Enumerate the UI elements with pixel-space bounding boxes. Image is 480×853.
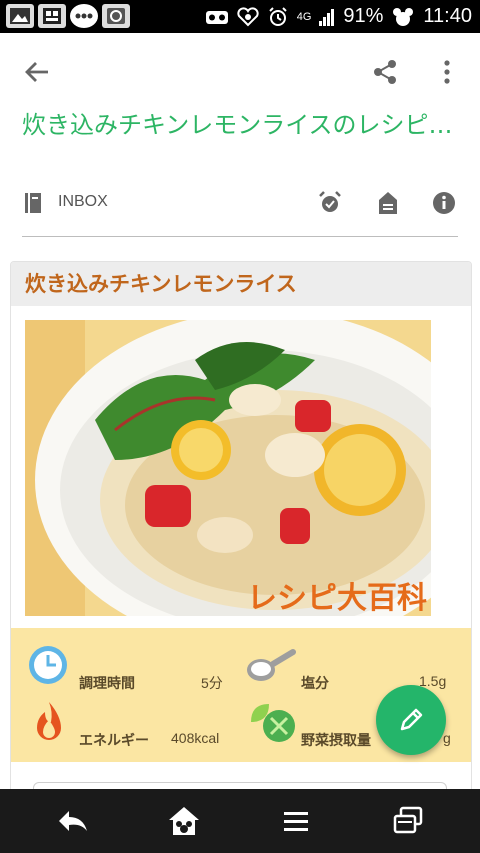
heart-status-icon (237, 6, 259, 26)
recipe-photo: レシピ大百科 (25, 320, 431, 616)
more-vert-icon (444, 60, 450, 84)
status-bar: 4G 91% 11:40 (0, 0, 480, 33)
nav-menu-icon (284, 812, 308, 831)
system-status: 4G 91% 11:40 (205, 0, 472, 33)
pencil-icon (400, 708, 423, 731)
folder-label: INBOX (58, 193, 108, 210)
salt-spoon-icon (247, 649, 296, 681)
gallery-notification-icon (6, 4, 34, 28)
nav-recent-icon (393, 806, 423, 834)
nav-back-button[interactable] (52, 803, 92, 839)
clock-icon (29, 646, 67, 684)
energy-value: 408kcal (171, 730, 220, 746)
recipe-card-header: 炊き込みチキンレモンライス (11, 262, 471, 306)
nav-home-icon (169, 807, 199, 835)
notification-icons (6, 4, 130, 28)
app-bar: 炊き込みチキンレモンライスのレシピ… INBOX (0, 33, 480, 233)
navigation-bar (0, 789, 480, 853)
signal-icon (319, 8, 335, 26)
vegetable-value: g (443, 730, 451, 746)
nav-menu-button[interactable] (276, 803, 316, 839)
flame-icon (37, 702, 61, 740)
info-button[interactable] (430, 189, 458, 217)
bubble-notification-icon (70, 4, 98, 28)
lemon-rice-dish-image: レシピ大百科 (25, 320, 431, 616)
cook-time-value: 5分 (201, 675, 223, 691)
back-arrow-icon (25, 62, 48, 82)
network-type: 4G (296, 10, 312, 23)
clock-time: 11:40 (423, 5, 472, 27)
more-options-button[interactable] (432, 55, 462, 89)
book-icon (25, 193, 41, 213)
recipe-title: 炊き込みチキンレモンライス (25, 272, 297, 296)
salt-label: 塩分 (301, 675, 329, 691)
nav-home-button[interactable] (164, 803, 204, 839)
cook-time-label: 調理時間 (79, 675, 135, 691)
compose-fab[interactable] (376, 685, 446, 755)
energy-label: エネルギー (79, 732, 149, 748)
page-title: 炊き込みチキンレモンライスのレシピ… (22, 111, 453, 139)
battery-icon (393, 7, 414, 26)
header-divider (22, 236, 458, 237)
vegetable-label: 野菜摂取量 (301, 732, 371, 748)
info-icon (433, 192, 455, 214)
share-button[interactable] (368, 55, 402, 89)
label-button[interactable] (374, 189, 402, 217)
battery-percent: 91% (343, 5, 384, 27)
nav-recent-apps-button[interactable] (388, 803, 428, 839)
nav-back-icon (59, 811, 87, 831)
vr-icon (205, 10, 228, 24)
vegetable-icon (251, 704, 295, 742)
back-button[interactable] (20, 55, 54, 89)
message-meta-row: INBOX (0, 185, 480, 223)
alarm-status-icon (268, 6, 287, 26)
watermark-logo: レシピ大百科 (247, 582, 427, 615)
share-icon (374, 60, 396, 84)
photo-app-notification-icon (102, 4, 130, 28)
alarm-icon (319, 191, 341, 212)
alarm-button[interactable] (316, 189, 344, 217)
label-icon (379, 192, 397, 214)
app-notification-icon (38, 4, 66, 28)
